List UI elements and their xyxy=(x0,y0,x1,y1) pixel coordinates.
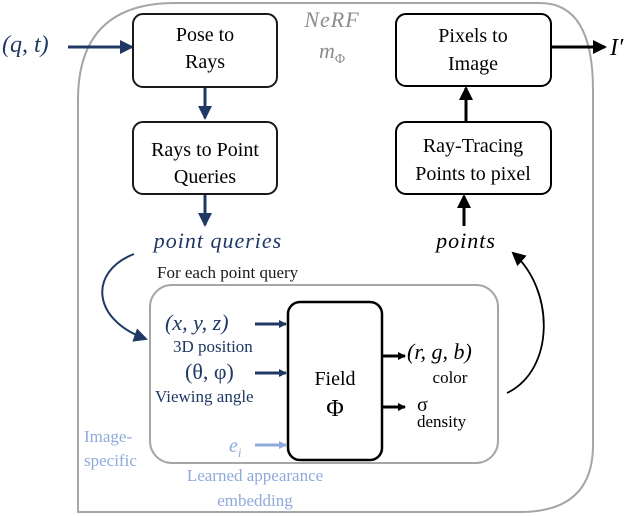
input-label: (q, t) xyxy=(2,32,49,58)
pixels-to-image-line1: Pixels to xyxy=(438,25,507,47)
rays-to-points-line1: Rays to Point xyxy=(151,139,259,161)
viewing-angle-label: Viewing angle xyxy=(155,387,254,406)
angles-label: (θ, φ) xyxy=(185,359,234,384)
learned-embedding-line2: embedding xyxy=(217,491,293,510)
image-specific-line1: Image- xyxy=(84,427,132,446)
point-queries-label: point queries xyxy=(152,228,283,253)
field-phi: Φ xyxy=(326,396,344,422)
rays-to-points-line2: Queries xyxy=(174,166,236,188)
ray-tracing-line2: Points to pixel xyxy=(415,163,531,185)
pose-to-rays-line2: Rays xyxy=(185,51,225,73)
nerf-diagram: NeRF mΦ (q, t) Pose to Rays Rays to Poin… xyxy=(2,2,624,513)
ei-label: ei xyxy=(229,435,242,460)
position-label: 3D position xyxy=(173,337,253,356)
nerf-model-label: mΦ xyxy=(319,38,345,67)
rgb-label: (r, g, b) xyxy=(407,339,472,364)
points-label: points xyxy=(434,228,496,253)
learned-embedding-line1: Learned appearance xyxy=(187,466,323,485)
field-label: Field xyxy=(314,368,355,390)
nerf-title: NeRF xyxy=(303,7,359,32)
arrow-curve-into-field-box xyxy=(101,253,148,342)
pixels-to-image-line2: Image xyxy=(448,53,498,75)
image-specific-line2: specific xyxy=(84,451,137,470)
density-label: density xyxy=(417,412,467,431)
pose-to-rays-line1: Pose to xyxy=(176,24,234,46)
ray-tracing-line1: Ray-Tracing xyxy=(423,135,523,157)
for-each-label: For each point query xyxy=(157,263,299,282)
color-label: color xyxy=(433,368,468,387)
output-label: I′ xyxy=(609,35,624,61)
xyz-label: (x, y, z) xyxy=(165,310,229,335)
arrow-curve-to-points xyxy=(506,251,545,394)
